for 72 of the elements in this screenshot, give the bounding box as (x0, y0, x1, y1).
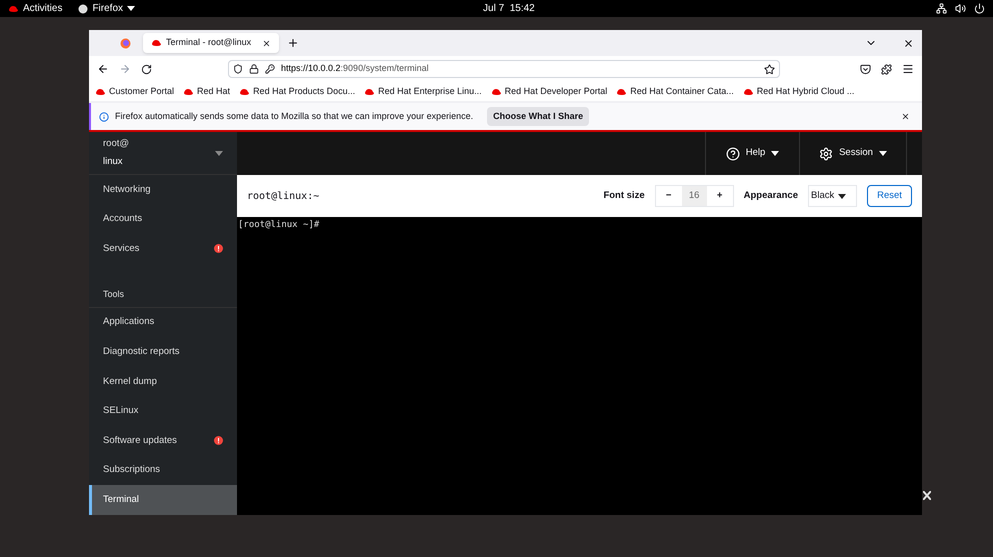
forward-icon[interactable] (119, 63, 131, 75)
caret-icon (878, 151, 887, 156)
close-notification-icon[interactable] (901, 112, 910, 121)
nav-item[interactable]: Software updates (89, 426, 237, 456)
info-icon (99, 112, 109, 122)
terminal-title: root@linux:~ (247, 190, 320, 204)
bookmark-item[interactable]: Red Hat Enterprise Linu... (364, 84, 482, 98)
caret-icon (127, 6, 136, 11)
nav-item[interactable]: Applications (89, 308, 237, 338)
nav-item[interactable]: Terminal (89, 485, 237, 515)
logo-fragment-icon (923, 491, 931, 500)
hat-icon (95, 88, 106, 96)
nav-item[interactable]: Networking (89, 175, 237, 205)
bookmark-item[interactable]: Red Hat Products Docu... (239, 84, 356, 98)
network-icon[interactable] (936, 3, 947, 14)
host-user: root@ (103, 137, 130, 152)
power-icon[interactable] (974, 3, 985, 14)
bookmark-star-icon[interactable] (764, 64, 775, 74)
extensions-icon[interactable] (881, 64, 892, 74)
hat-icon (616, 88, 628, 96)
menu-icon[interactable] (902, 63, 914, 75)
host-name: linux (103, 154, 124, 168)
nav-item[interactable]: Services (89, 234, 237, 264)
volume-icon[interactable] (955, 3, 966, 14)
appearance-select[interactable]: Black (808, 185, 857, 207)
notification-text: Firefox automatically sends some data to Mozilla so that we can improve your experience. (115, 110, 474, 123)
nav-item[interactable]: Diagnostic reports (89, 337, 237, 367)
bookmark-item[interactable]: Red Hat (183, 84, 230, 98)
font-size-label: Font size (603, 188, 645, 203)
caret-icon (838, 194, 846, 198)
clock[interactable]: Jul 7 15:42 (483, 1, 535, 16)
shield-icon (233, 64, 243, 74)
nav-item[interactable]: Accounts (89, 204, 237, 234)
close-tab-icon[interactable] (262, 38, 271, 48)
appearance-label: Appearance (744, 188, 798, 203)
bookmark-item[interactable]: Red Hat Container Cata... (616, 84, 734, 98)
hat-icon (183, 88, 194, 96)
hat-icon (490, 88, 502, 96)
nav-item[interactable]: Subscriptions (89, 456, 237, 486)
pocket-icon[interactable] (860, 64, 871, 74)
browser-tab[interactable]: Terminal - root@linux (143, 33, 279, 53)
hat-icon (151, 39, 162, 47)
firefox-icon (78, 4, 88, 14)
hat-icon (239, 88, 250, 96)
choose-what-i-share-button[interactable]: Choose What I Share (487, 106, 590, 126)
hat-icon (742, 88, 754, 96)
gear-icon (819, 146, 834, 160)
bookmark-item[interactable]: Red Hat Hybrid Cloud ... (742, 84, 854, 98)
key-icon (265, 64, 275, 74)
back-icon[interactable] (97, 63, 109, 75)
bookmark-item[interactable]: Customer Portal (95, 84, 174, 98)
close-window-icon[interactable] (903, 38, 914, 48)
lock-icon (249, 64, 259, 74)
bookmark-item[interactable]: Red Hat Developer Portal (490, 84, 608, 98)
reload-icon[interactable] (141, 64, 152, 74)
activities-button[interactable]: Activities (23, 1, 62, 16)
nav-item[interactable]: Kernel dump (89, 366, 237, 397)
terminal-prompt: [root@linux ~]# (238, 220, 320, 230)
caret-icon (771, 151, 780, 156)
nav-item[interactable]: SELinux (89, 396, 237, 426)
caret-icon (215, 150, 223, 156)
app-menu[interactable]: Firefox (92, 1, 124, 16)
url-field[interactable]: https://10.0.0.2:9090/system/terminal (228, 60, 780, 78)
alert-icon (214, 244, 223, 254)
alert-icon (214, 436, 223, 446)
firefox-icon[interactable] (120, 38, 131, 48)
help-icon (726, 146, 740, 160)
hat-icon (8, 4, 19, 12)
reset-button[interactable]: Reset (867, 185, 912, 207)
section-heading: Tools (103, 288, 124, 302)
hat-icon (364, 88, 376, 96)
new-tab-icon[interactable] (287, 37, 299, 49)
